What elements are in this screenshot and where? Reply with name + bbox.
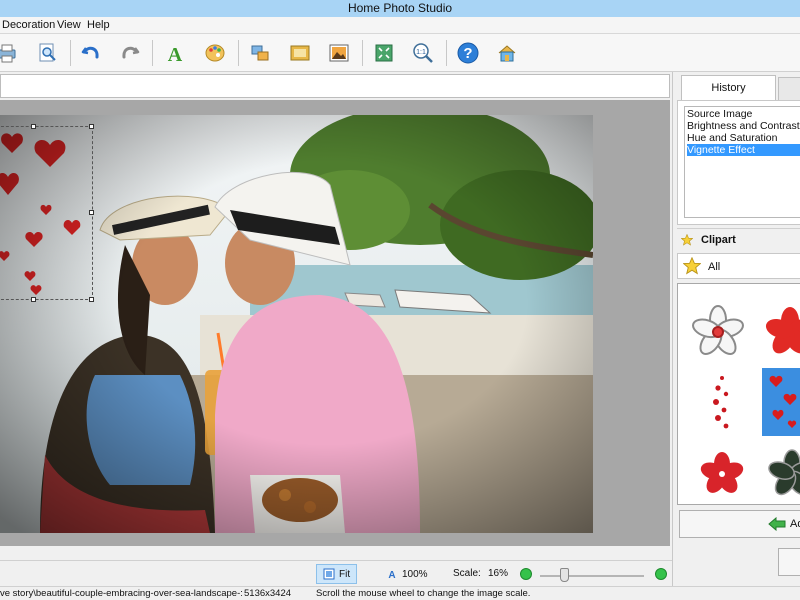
window-title: Home Photo Studio bbox=[0, 0, 800, 17]
history-item[interactable]: Hue and Saturation bbox=[687, 132, 800, 144]
redo-icon[interactable] bbox=[115, 38, 145, 68]
help-icon[interactable]: ? bbox=[453, 38, 483, 68]
fit-icon bbox=[323, 568, 335, 580]
zoom-slider-track[interactable] bbox=[540, 575, 644, 577]
actual-size-button[interactable]: A 100% bbox=[380, 564, 434, 584]
preview-icon[interactable] bbox=[32, 38, 62, 68]
star-icon bbox=[681, 234, 693, 246]
svg-text:1:1: 1:1 bbox=[416, 49, 426, 56]
hearts-scatter-icon[interactable] bbox=[762, 368, 800, 436]
undo-icon[interactable] bbox=[76, 38, 106, 68]
flower-red-small-icon[interactable] bbox=[688, 442, 748, 502]
resize-handle[interactable] bbox=[89, 210, 94, 215]
zoom-slider-thumb[interactable] bbox=[560, 568, 569, 582]
flower-dark-icon[interactable] bbox=[762, 442, 800, 502]
actual-size-icon: A bbox=[388, 570, 395, 580]
text-tool-icon[interactable]: A bbox=[160, 38, 190, 68]
clipart-category-label: All bbox=[708, 261, 721, 273]
path-field[interactable] bbox=[0, 74, 670, 98]
clipart-header-label: Clipart bbox=[701, 234, 736, 246]
zoom-in-icon[interactable] bbox=[655, 568, 667, 580]
resize-handle[interactable] bbox=[31, 124, 36, 129]
menu-view[interactable]: View bbox=[55, 17, 83, 34]
resize-handle[interactable] bbox=[31, 297, 36, 302]
frame-icon[interactable] bbox=[285, 38, 315, 68]
collage-icon[interactable] bbox=[245, 38, 275, 68]
toolbar: A 1:1 ? bbox=[0, 34, 800, 72]
clipart-header[interactable]: Clipart bbox=[677, 228, 800, 252]
star-icon bbox=[683, 257, 701, 275]
history-item-selected[interactable]: Vignette Effect bbox=[687, 144, 800, 156]
menu-decoration[interactable]: Decoration bbox=[0, 17, 57, 34]
clipart-gallery[interactable] bbox=[677, 283, 800, 505]
file-path: ve story\beautiful-couple-embracing-over… bbox=[0, 588, 243, 599]
resize-handle[interactable] bbox=[89, 297, 94, 302]
panel-action-button[interactable] bbox=[778, 548, 800, 576]
add-clipart-button[interactable]: Ad bbox=[679, 510, 800, 538]
scale-label: Scale: bbox=[453, 568, 481, 579]
clipart-selection-box[interactable] bbox=[0, 124, 94, 302]
actual-size-icon[interactable]: 1:1 bbox=[408, 38, 438, 68]
flower-red-icon[interactable] bbox=[762, 294, 800, 364]
history-list[interactable]: Source Image Brightness and Contrast Hue… bbox=[684, 106, 800, 218]
tab-secondary[interactable] bbox=[778, 77, 800, 100]
svg-text:A: A bbox=[168, 44, 183, 64]
zoom-bar: Fit A 100% Scale: 16% bbox=[0, 560, 672, 586]
actual-size-label: 100% bbox=[402, 568, 428, 580]
picture-icon[interactable] bbox=[324, 38, 354, 68]
image-dimensions: 5136x3424 bbox=[244, 588, 292, 599]
history-item[interactable]: Brightness and Contrast bbox=[687, 120, 800, 132]
resize-handle[interactable] bbox=[89, 124, 94, 129]
flower-white-icon[interactable] bbox=[688, 294, 748, 364]
tab-history[interactable]: History bbox=[681, 75, 776, 100]
clipart-category-select[interactable]: All bbox=[677, 253, 800, 279]
scale-value: 16% bbox=[488, 568, 509, 579]
fit-button[interactable]: Fit bbox=[316, 564, 358, 584]
status-hint: Scroll the mouse wheel to change the ima… bbox=[316, 588, 531, 599]
svg-text:?: ? bbox=[463, 45, 472, 62]
history-item[interactable]: Source Image bbox=[687, 108, 800, 120]
fit-label: Fit bbox=[339, 568, 351, 580]
svg-text:A: A bbox=[388, 570, 395, 580]
hearts-trail-icon[interactable] bbox=[688, 368, 748, 438]
add-clipart-label: Ad bbox=[790, 518, 800, 530]
arrow-left-icon bbox=[768, 517, 786, 531]
status-bar: ve story\beautiful-couple-embracing-over… bbox=[0, 586, 800, 600]
palette-icon[interactable] bbox=[200, 38, 230, 68]
menu-bar: Decoration View Help bbox=[0, 17, 800, 34]
zoom-out-icon[interactable] bbox=[520, 568, 532, 580]
home-icon[interactable] bbox=[492, 38, 522, 68]
menu-help[interactable]: Help bbox=[85, 17, 112, 34]
fit-window-icon[interactable] bbox=[369, 38, 399, 68]
print-icon[interactable] bbox=[0, 38, 22, 68]
